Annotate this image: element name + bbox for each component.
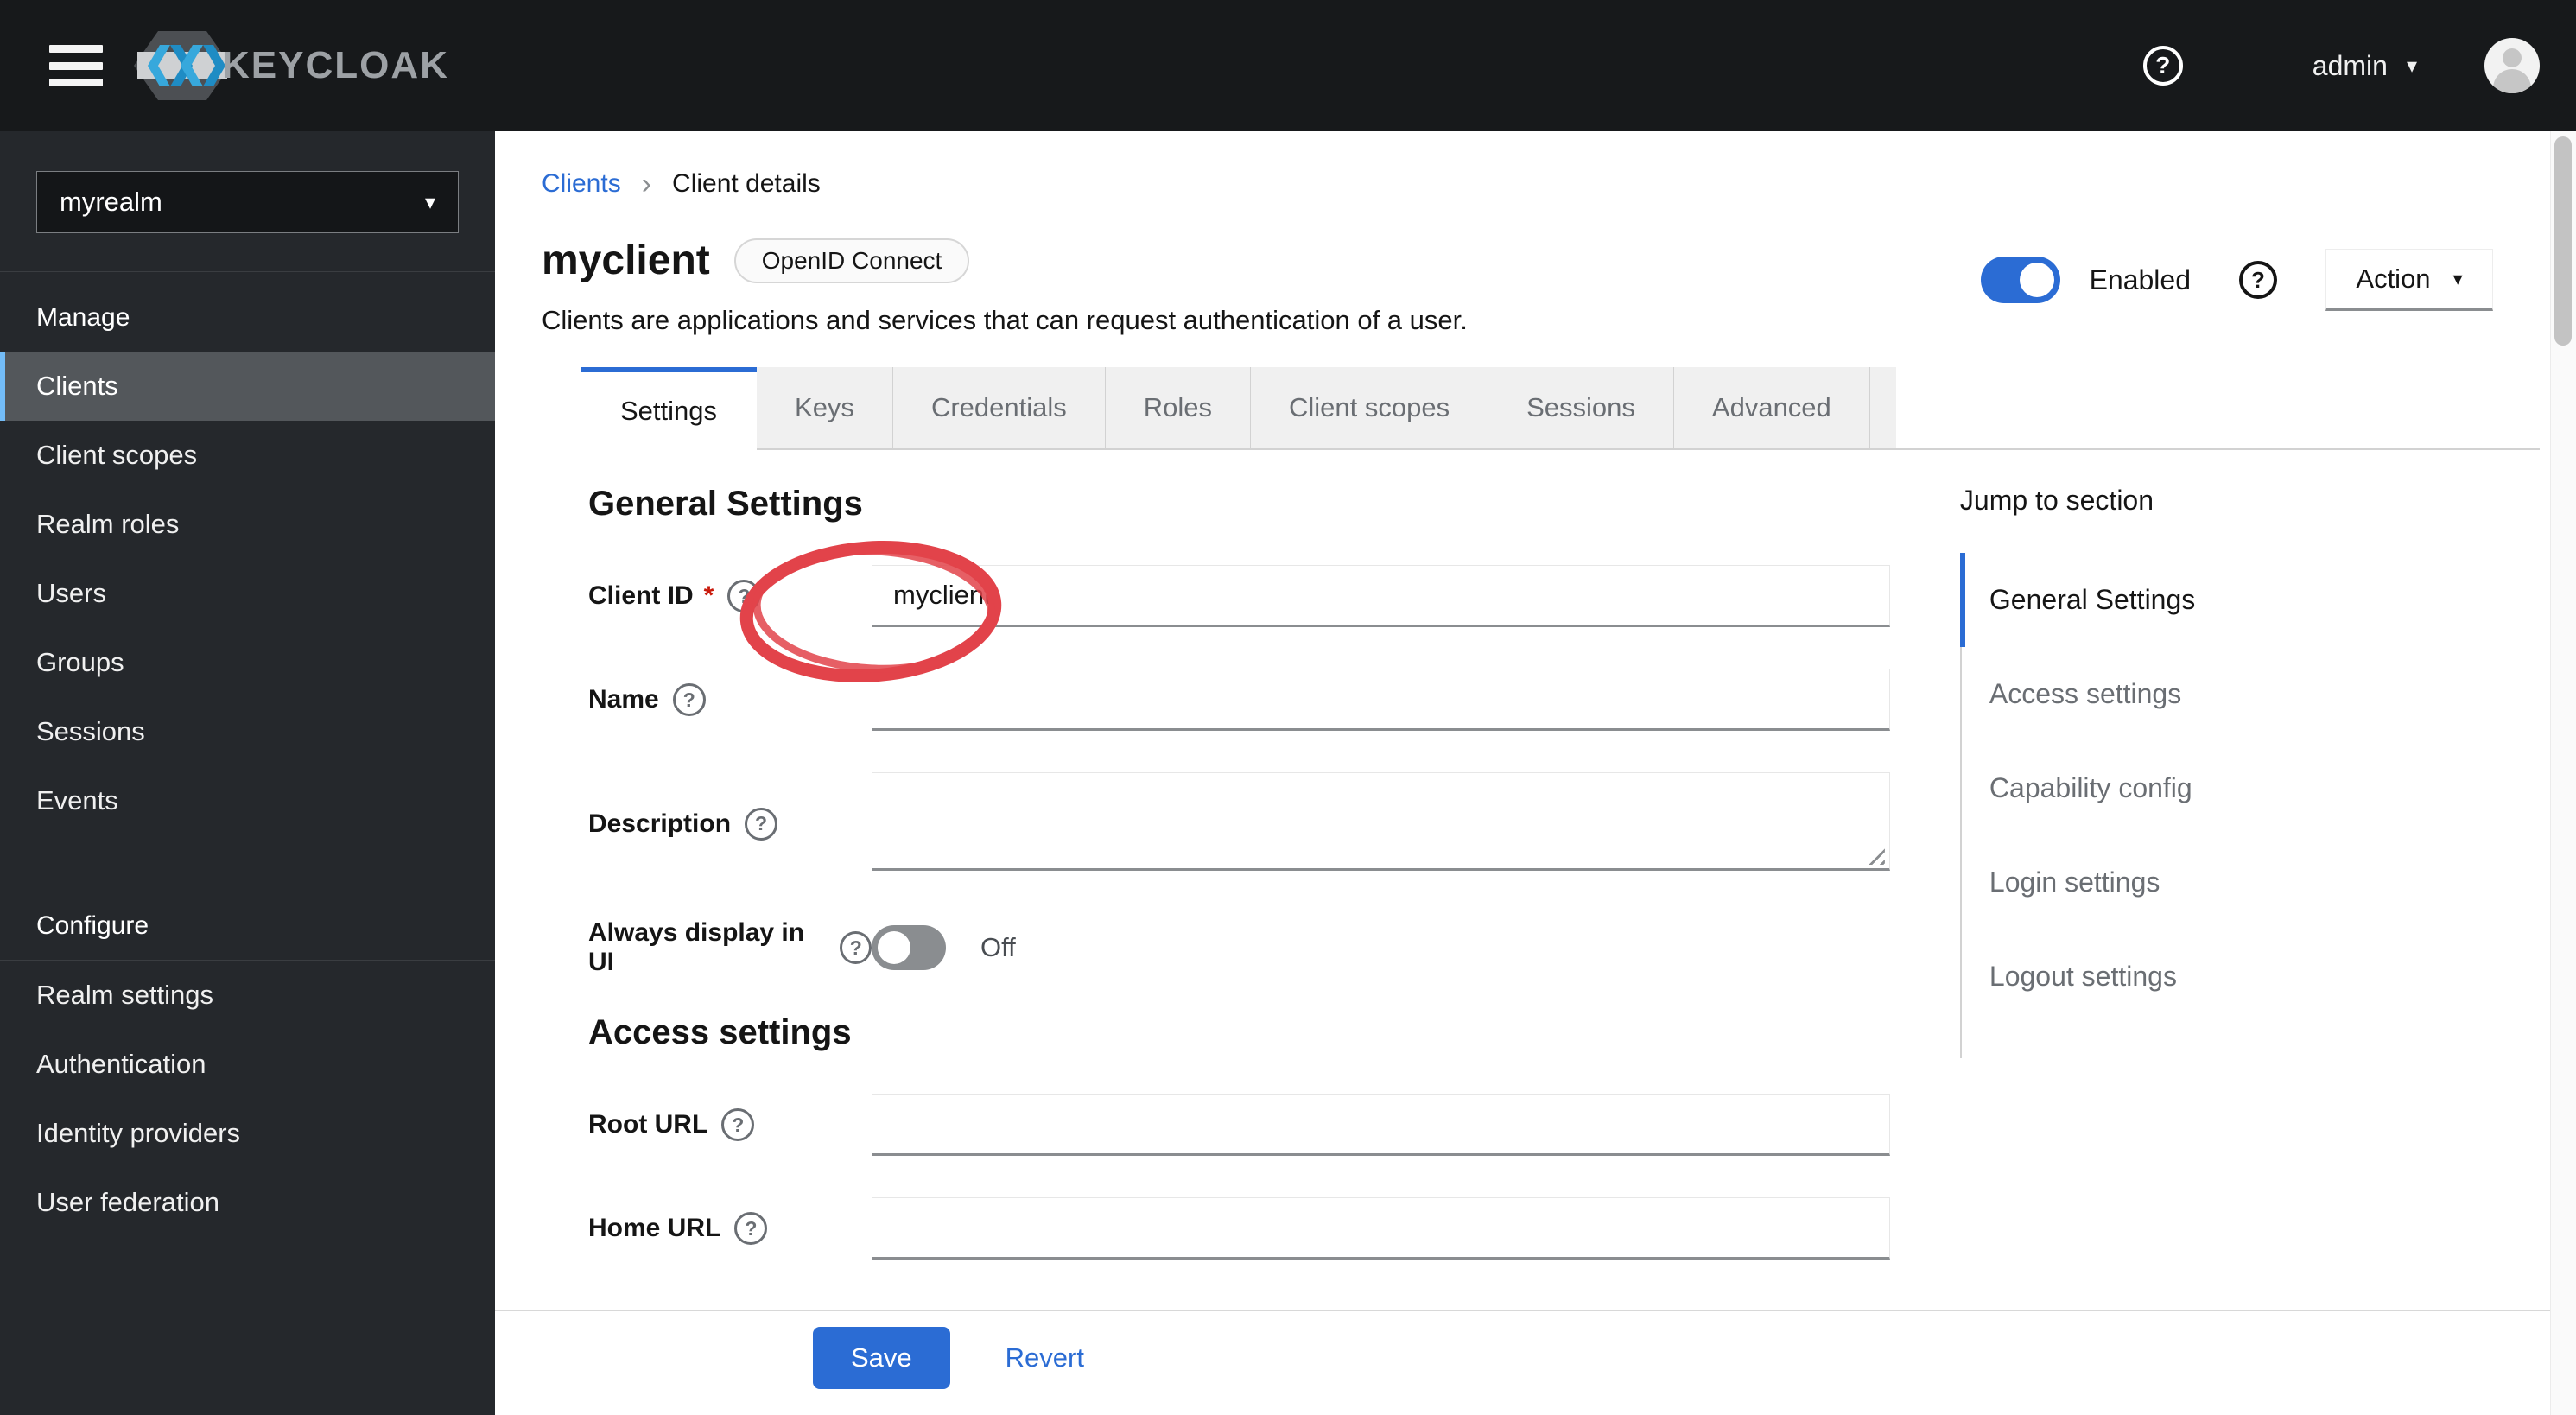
header-controls: Enabled ? Action ▾ xyxy=(1980,249,2493,311)
jump-to-section-panel: Jump to section General Settings Access … xyxy=(1959,485,2493,1260)
sidebar-item-realm-roles[interactable]: Realm roles xyxy=(0,490,495,559)
realm-selector[interactable]: myrealm ▾ xyxy=(36,171,459,233)
tab-advanced[interactable]: Advanced xyxy=(1673,367,1870,448)
description-textarea[interactable] xyxy=(872,772,1890,871)
help-icon[interactable]: ? xyxy=(734,1212,768,1245)
tab-client-scopes[interactable]: Client scopes xyxy=(1251,367,1489,448)
description-label: Description xyxy=(588,809,732,838)
sidebar-item-authentication[interactable]: Authentication xyxy=(0,1030,495,1099)
scrollbar-thumb[interactable] xyxy=(2554,136,2572,346)
name-label: Name xyxy=(588,685,659,714)
revert-button[interactable]: Revert xyxy=(1006,1342,1084,1374)
access-settings-heading: Access settings xyxy=(588,1013,852,1051)
nav-group-configure: Configure Realm settings Authentication … xyxy=(0,880,495,1237)
breadcrumb-separator-icon: › xyxy=(641,168,652,200)
enabled-label: Enabled xyxy=(2089,263,2191,295)
jump-to-section-title: Jump to section xyxy=(1959,485,2154,516)
required-asterisk: * xyxy=(703,581,714,610)
avatar[interactable] xyxy=(2484,38,2540,93)
always-display-row: Always display in UI ? Off xyxy=(588,917,1890,979)
enabled-toggle[interactable] xyxy=(1980,257,2060,303)
keycloak-admin-console: KEYCLOAK ? admin ▾ myrealm ▾ Manage Clie… xyxy=(0,0,2576,1415)
sidebar-item-events[interactable]: Events xyxy=(0,766,495,835)
help-icon[interactable]: ? xyxy=(745,807,778,841)
root-url-label: Root URL xyxy=(588,1110,708,1139)
masthead: KEYCLOAK ? admin ▾ xyxy=(0,0,2576,131)
chevron-down-icon: ▾ xyxy=(424,190,435,214)
sidebar: myrealm ▾ Manage Clients Client scopes R… xyxy=(0,131,495,1415)
home-url-row: Home URL ? xyxy=(588,1197,1890,1260)
general-settings-heading: General Settings xyxy=(588,485,863,523)
always-display-state: Off xyxy=(980,932,1016,962)
name-input[interactable] xyxy=(872,669,1890,731)
realm-section: myrealm ▾ xyxy=(0,131,495,272)
page-title: myclient xyxy=(542,238,710,283)
sidebar-item-user-federation[interactable]: User federation xyxy=(0,1168,495,1237)
help-icon[interactable]: ? xyxy=(2239,261,2277,299)
page-header: myclient OpenID Connect Clients are appl… xyxy=(542,237,2493,336)
chevron-down-icon: ▾ xyxy=(2406,54,2417,78)
help-icon[interactable]: ? xyxy=(2142,46,2183,86)
tab-settings[interactable]: Settings xyxy=(581,367,758,450)
tab-bar-tail xyxy=(1869,367,1896,448)
always-display-label: Always display in UI xyxy=(588,918,805,976)
always-display-toggle[interactable] xyxy=(872,925,946,970)
help-icon[interactable]: ? xyxy=(727,580,761,612)
help-icon[interactable]: ? xyxy=(721,1108,755,1141)
sidebar-item-groups[interactable]: Groups xyxy=(0,628,495,697)
breadcrumb-clients-link[interactable]: Clients xyxy=(542,169,621,199)
breadcrumb-current: Client details xyxy=(672,169,821,198)
client-id-label: Client ID xyxy=(588,581,694,610)
sidebar-item-sessions[interactable]: Sessions xyxy=(0,697,495,766)
home-url-label: Home URL xyxy=(588,1214,721,1242)
help-icon[interactable]: ? xyxy=(672,683,706,716)
main-content: Clients › Client details myclient OpenID… xyxy=(495,131,2550,1415)
nav-group-title: Manage xyxy=(36,303,130,332)
jump-item-logout-settings[interactable]: Logout settings xyxy=(1962,930,2493,1024)
sidebar-item-realm-settings[interactable]: Realm settings xyxy=(0,961,495,1030)
hamburger-menu-icon[interactable] xyxy=(49,45,103,86)
root-url-input[interactable] xyxy=(872,1094,1890,1156)
tab-keys[interactable]: Keys xyxy=(757,367,893,448)
keycloak-hexagon-icon xyxy=(134,31,231,100)
form-actions: Save Revert xyxy=(495,1310,2550,1405)
client-id-input[interactable] xyxy=(872,565,1890,627)
nav-group-manage: Manage Clients Client scopes Realm roles… xyxy=(0,272,495,835)
masthead-right: ? admin ▾ xyxy=(2142,38,2576,93)
home-url-input[interactable] xyxy=(872,1197,1890,1260)
description-row: Description ? xyxy=(588,772,1890,875)
save-button[interactable]: Save xyxy=(813,1327,950,1389)
nav-group-title: Configure xyxy=(36,911,149,940)
name-row: Name ? xyxy=(588,669,1890,731)
tab-credentials[interactable]: Credentials xyxy=(892,367,1106,448)
scrollbar-track[interactable] xyxy=(2550,131,2576,1415)
jump-nav: General Settings Access settings Capabil… xyxy=(1959,553,2493,1058)
action-label: Action xyxy=(2356,263,2431,294)
user-menu[interactable]: admin ▾ xyxy=(2313,50,2417,82)
tab-sessions[interactable]: Sessions xyxy=(1488,367,1674,448)
jump-item-general-settings[interactable]: General Settings xyxy=(1959,553,2493,647)
realm-name: myrealm xyxy=(60,187,162,217)
page-subtitle: Clients are applications and services th… xyxy=(542,305,1468,335)
sidebar-item-users[interactable]: Users xyxy=(0,559,495,628)
sidebar-item-client-scopes[interactable]: Client scopes xyxy=(0,421,495,490)
keycloak-logo: KEYCLOAK xyxy=(134,24,449,107)
client-id-row: Client ID * ? xyxy=(588,565,1890,627)
sidebar-item-clients[interactable]: Clients xyxy=(0,352,495,421)
jump-item-capability-config[interactable]: Capability config xyxy=(1962,741,2493,835)
jump-item-login-settings[interactable]: Login settings xyxy=(1962,835,2493,930)
breadcrumb: Clients › Client details xyxy=(542,169,2493,199)
help-icon[interactable]: ? xyxy=(840,931,872,964)
chevron-down-icon: ▾ xyxy=(2452,268,2463,289)
tab-bar: Settings Keys Credentials Roles Client s… xyxy=(581,367,2540,450)
root-url-row: Root URL ? xyxy=(588,1094,1890,1156)
settings-form: General Settings Client ID * ? myclient … xyxy=(588,485,1890,1260)
sidebar-item-identity-providers[interactable]: Identity providers xyxy=(0,1099,495,1168)
user-name: admin xyxy=(2312,49,2388,81)
protocol-badge: OpenID Connect xyxy=(733,238,970,283)
jump-item-access-settings[interactable]: Access settings xyxy=(1962,647,2493,741)
tab-roles[interactable]: Roles xyxy=(1105,367,1252,448)
brand-text: KEYCLOAK xyxy=(222,44,449,86)
action-dropdown[interactable]: Action ▾ xyxy=(2325,249,2493,311)
